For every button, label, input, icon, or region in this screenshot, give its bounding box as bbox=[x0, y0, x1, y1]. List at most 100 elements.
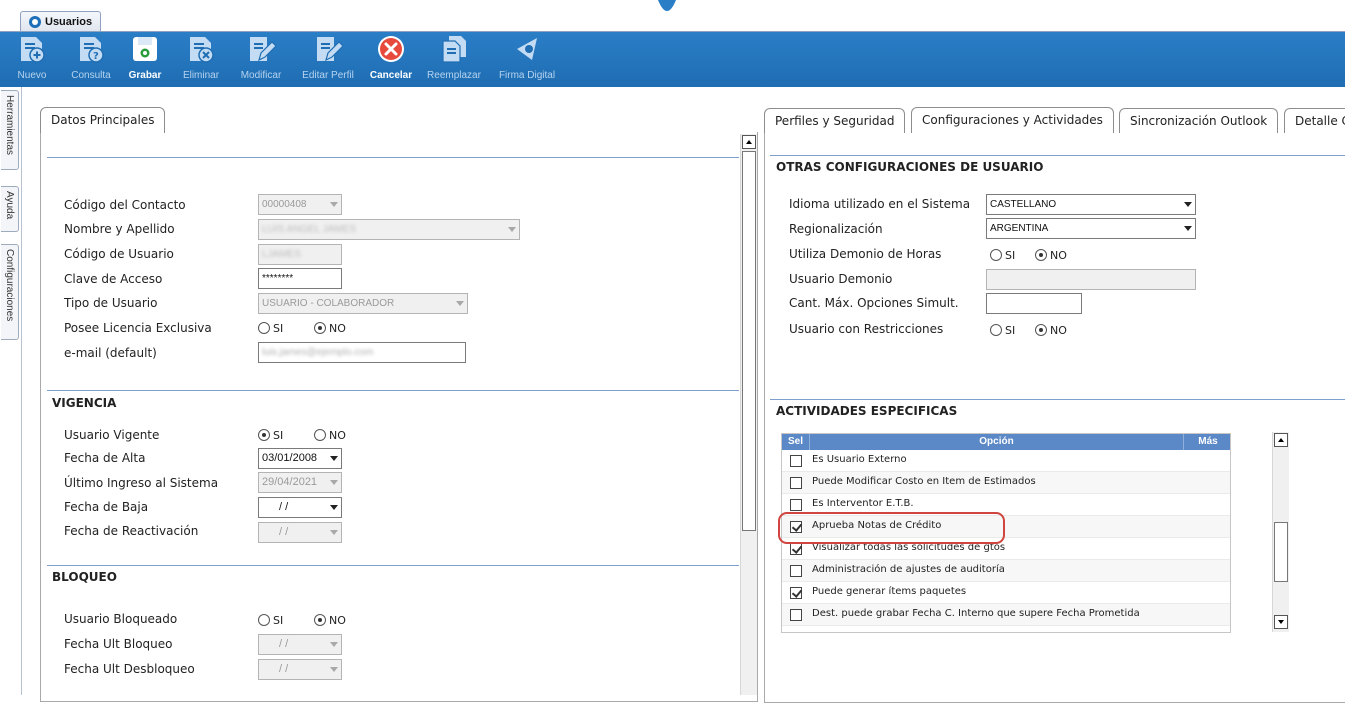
radio-icon bbox=[314, 429, 326, 441]
nombre-apellido-label: Nombre y Apellido bbox=[64, 222, 175, 236]
radio-selected-icon bbox=[314, 614, 326, 626]
demonio-si-radio[interactable]: SI bbox=[990, 249, 1015, 262]
checkbox[interactable] bbox=[790, 455, 802, 467]
modificar-button[interactable]: Modificar bbox=[233, 32, 289, 87]
ultimo-ingreso-field[interactable]: 29/04/2021 bbox=[258, 472, 342, 493]
fecha-reactivacion-field[interactable]: / / bbox=[258, 522, 342, 543]
side-tab-ayuda[interactable]: Ayuda bbox=[1, 186, 19, 232]
fecha-alta-label: Fecha de Alta bbox=[64, 451, 146, 465]
clave-acceso-field[interactable]: ******** bbox=[258, 268, 342, 289]
scroll-up-arrow-icon[interactable] bbox=[1274, 433, 1288, 447]
chevron-down-icon bbox=[1184, 226, 1192, 231]
grabar-button[interactable]: Grabar bbox=[124, 32, 166, 87]
table-row[interactable]: Administración de ajustes de auditoría bbox=[782, 560, 1230, 582]
fecha-ult-desbloqueo-field[interactable]: / / bbox=[258, 659, 342, 680]
scroll-thumb[interactable] bbox=[742, 151, 756, 531]
tipo-usuario-select[interactable]: USUARIO - COLABORADOR bbox=[258, 293, 468, 314]
chevron-down-icon bbox=[330, 505, 338, 510]
nombre-apellido-select[interactable]: LUIS ANGEL JAMES bbox=[258, 219, 520, 240]
tipo-usuario-label: Tipo de Usuario bbox=[64, 296, 158, 310]
restricciones-si-radio[interactable]: SI bbox=[990, 324, 1015, 337]
checkbox[interactable] bbox=[790, 477, 802, 489]
eliminar-button[interactable]: Eliminar bbox=[176, 32, 226, 87]
tab-detalle[interactable]: Detalle C bbox=[1284, 108, 1345, 133]
scroll-down-arrow-icon[interactable] bbox=[1274, 615, 1288, 629]
checkbox[interactable] bbox=[790, 565, 802, 577]
firma-digital-button[interactable]: Firma Digital bbox=[490, 32, 564, 87]
codigo-usuario-field[interactable]: LJAMES bbox=[258, 244, 342, 265]
codigo-contacto-select[interactable]: 00000408 bbox=[258, 194, 342, 215]
consulta-button[interactable]: ? Consulta bbox=[64, 32, 118, 87]
licencia-no-radio[interactable]: NO bbox=[314, 322, 346, 335]
column-opcion: Opción bbox=[810, 434, 1184, 450]
table-row[interactable]: Es Usuario Externo bbox=[782, 450, 1230, 472]
chevron-down-icon bbox=[508, 227, 516, 232]
radio-icon bbox=[990, 249, 1002, 261]
restricciones-no-radio[interactable]: NO bbox=[1035, 324, 1067, 337]
cant-max-field[interactable] bbox=[986, 293, 1082, 314]
reemplazar-button[interactable]: Reemplazar bbox=[422, 32, 486, 87]
radio-selected-icon bbox=[314, 322, 326, 334]
checkbox[interactable] bbox=[790, 499, 802, 511]
cancelar-button[interactable]: Cancelar bbox=[366, 32, 416, 87]
toolbar: Nuevo ? Consulta Grabar Eliminar Modific… bbox=[0, 32, 1345, 87]
actividades-scrollbar[interactable] bbox=[1272, 432, 1289, 632]
vigente-no-radio[interactable]: NO bbox=[314, 429, 346, 442]
chevron-down-icon bbox=[330, 480, 338, 485]
column-mas: Más bbox=[1198, 436, 1218, 447]
editar-perfil-button[interactable]: Editar Perfil bbox=[293, 32, 363, 87]
idioma-select[interactable]: CASTELLANO bbox=[986, 194, 1196, 215]
email-field[interactable]: luis.james@ejemplo.com bbox=[258, 342, 466, 363]
tab-configuraciones-actividades[interactable]: Configuraciones y Actividades bbox=[911, 107, 1114, 133]
fecha-ult-bloqueo-field[interactable]: / / bbox=[258, 634, 342, 655]
checkbox[interactable] bbox=[790, 609, 802, 621]
checkbox-checked[interactable] bbox=[790, 587, 802, 599]
scroll-up-arrow-icon[interactable] bbox=[742, 135, 756, 149]
regionalizacion-select[interactable]: ARGENTINA bbox=[986, 218, 1196, 239]
bloqueado-no-radio[interactable]: NO bbox=[314, 614, 346, 627]
fecha-ult-bloqueo-label: Fecha Ult Bloqueo bbox=[64, 637, 173, 651]
clave-acceso-label: Clave de Acceso bbox=[64, 272, 163, 286]
tab-perfiles-seguridad[interactable]: Perfiles y Seguridad bbox=[764, 108, 906, 133]
vigente-si-radio[interactable]: SI bbox=[258, 429, 283, 442]
restricciones-label: Usuario con Restricciones bbox=[789, 322, 944, 336]
table-row[interactable]: Puede Modificar Costo en Item de Estimad… bbox=[782, 472, 1230, 494]
radio-selected-icon bbox=[1035, 324, 1047, 336]
radio-selected-icon bbox=[1035, 249, 1047, 261]
licencia-si-radio[interactable]: SI bbox=[258, 322, 283, 335]
eliminar-label: Eliminar bbox=[182, 70, 220, 81]
section-divider-datos bbox=[47, 157, 739, 158]
tab-sincronizacion-outlook[interactable]: Sincronización Outlook bbox=[1119, 108, 1279, 133]
table-row[interactable]: Puede generar ítems paquetes bbox=[782, 582, 1230, 604]
chevron-down-icon bbox=[456, 301, 464, 306]
fecha-baja-field[interactable]: / / bbox=[258, 497, 342, 518]
demonio-no-radio[interactable]: NO bbox=[1035, 249, 1067, 262]
usuario-demonio-field[interactable] bbox=[986, 269, 1196, 290]
drop-handle-icon bbox=[658, 0, 676, 11]
fecha-reactivacion-label: Fecha de Reactivación bbox=[64, 524, 199, 538]
fecha-alta-field[interactable]: 03/01/2008 bbox=[258, 448, 342, 469]
bloqueado-si-radio[interactable]: SI bbox=[258, 614, 283, 627]
grabar-label: Grabar bbox=[128, 70, 162, 81]
licencia-exclusiva-label: Posee Licencia Exclusiva bbox=[64, 321, 212, 335]
nuevo-button[interactable]: Nuevo bbox=[10, 32, 54, 87]
vigencia-title: VIGENCIA bbox=[52, 396, 117, 410]
doc-add-icon bbox=[21, 37, 45, 63]
scroll-thumb[interactable] bbox=[1274, 522, 1288, 582]
table-row[interactable]: Dest. puede grabar Fecha C. Interno que … bbox=[782, 604, 1230, 626]
section-divider-vigencia bbox=[47, 390, 739, 391]
side-tab-herramientas[interactable]: Herramientas bbox=[1, 90, 19, 170]
reemplazar-label: Reemplazar bbox=[427, 70, 481, 81]
column-sel: Sel bbox=[782, 434, 810, 450]
window-tab-usuarios[interactable]: Usuarios bbox=[20, 11, 102, 32]
cant-max-label: Cant. Máx. Opciones Simult. bbox=[789, 296, 959, 310]
replace-icon bbox=[442, 36, 466, 63]
left-panel-scrollbar[interactable] bbox=[740, 134, 757, 695]
ultimo-ingreso-label: Último Ingreso al Sistema bbox=[64, 476, 219, 490]
cancel-icon bbox=[378, 36, 404, 62]
side-tab-configuraciones[interactable]: Configuraciones bbox=[1, 244, 19, 340]
window-tab-label: Usuarios bbox=[45, 16, 93, 28]
checkbox-checked[interactable] bbox=[790, 543, 802, 555]
codigo-usuario-label: Código de Usuario bbox=[64, 247, 174, 261]
tab-datos-principales[interactable]: Datos Principales bbox=[40, 107, 166, 133]
